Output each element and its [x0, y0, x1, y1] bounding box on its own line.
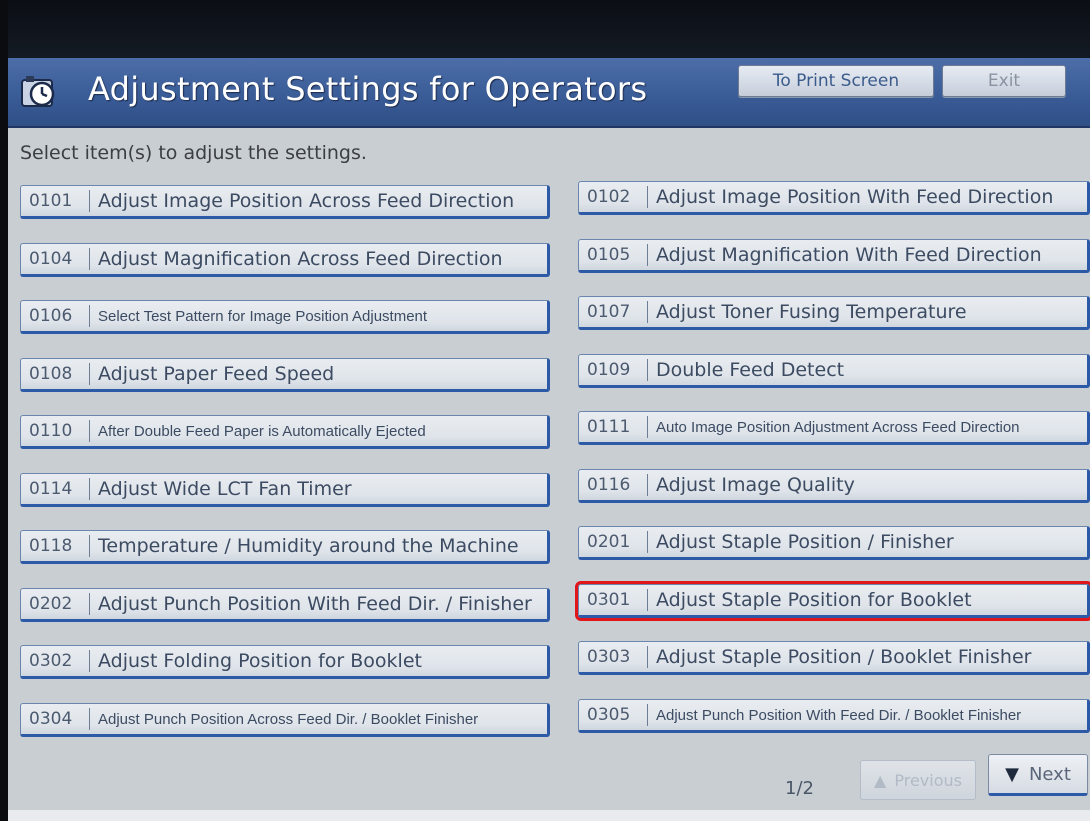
setting-item-0116[interactable]: 0116 Adjust Image Quality — [578, 469, 1090, 503]
separator — [89, 190, 90, 212]
separator — [647, 474, 648, 496]
setting-code: 0105 — [587, 245, 631, 265]
separator — [647, 589, 648, 611]
separator — [89, 305, 90, 327]
setting-label: Adjust Staple Position / Booklet Finishe… — [656, 646, 1032, 668]
setting-label: Adjust Punch Position Across Feed Dir. /… — [98, 710, 479, 728]
exit-button[interactable]: Exit — [942, 65, 1066, 97]
separator — [89, 248, 90, 270]
setting-code: 0202 — [29, 594, 73, 614]
setting-code: 0303 — [587, 647, 631, 667]
setting-item-0101[interactable]: 0101 Adjust Image Position Across Feed Di… — [20, 185, 550, 219]
setting-code: 0107 — [587, 302, 631, 322]
separator — [89, 535, 90, 557]
setting-code: 0116 — [587, 475, 631, 495]
setting-item-0105[interactable]: 0105 Adjust Magnification With Feed Direc… — [578, 239, 1090, 273]
setting-label: Adjust Wide LCT Fan Timer — [98, 478, 352, 500]
setting-item-0106[interactable]: 0106 Select Test Pattern for Image Positi… — [20, 300, 550, 334]
setting-label: Auto Image Position Adjustment Across Fe… — [656, 418, 1020, 436]
setting-item-0304[interactable]: 0304 Adjust Punch Position Across Feed Di… — [20, 703, 550, 737]
separator — [647, 704, 648, 726]
setting-item-0104[interactable]: 0104 Adjust Magnification Across Feed Dir… — [20, 243, 550, 277]
setting-item-0102[interactable]: 0102 Adjust Image Position With Feed Dire… — [578, 181, 1090, 215]
setting-label: After Double Feed Paper is Automatically… — [98, 422, 426, 440]
setting-label: Adjust Punch Position With Feed Dir. / F… — [98, 593, 532, 615]
setting-item-0202[interactable]: 0202 Adjust Punch Position With Feed Dir.… — [20, 588, 550, 622]
next-button[interactable]: ▼ Next — [988, 754, 1088, 796]
setting-code: 0304 — [29, 709, 73, 729]
setting-label: Temperature / Humidity around the Machin… — [98, 535, 519, 557]
setting-item-0108[interactable]: 0108 Adjust Paper Feed Speed — [20, 358, 550, 392]
separator — [89, 363, 90, 385]
setting-item-0301[interactable]: 0301 Adjust Staple Position for Booklet — [575, 581, 1090, 621]
separator — [89, 593, 90, 615]
setting-label: Double Feed Detect — [656, 359, 845, 381]
triangle-down-icon: ▼ — [1005, 763, 1019, 785]
setting-code: 0111 — [587, 417, 631, 437]
setting-item-0110[interactable]: 0110 After Double Feed Paper is Automatic… — [20, 415, 550, 449]
separator — [89, 650, 90, 672]
previous-label: Previous — [894, 770, 962, 790]
setting-code: 0108 — [29, 364, 73, 384]
setting-code: 0302 — [29, 651, 73, 671]
setting-code: 0301 — [587, 590, 631, 610]
separator — [89, 478, 90, 500]
separator — [647, 301, 648, 323]
setting-code: 0110 — [29, 421, 73, 441]
previous-button[interactable]: ▲ Previous — [860, 760, 976, 800]
setting-code: 0114 — [29, 479, 73, 499]
triangle-up-icon: ▲ — [874, 770, 887, 790]
separator — [647, 416, 648, 438]
setting-code: 0305 — [587, 705, 631, 725]
setting-item-0118[interactable]: 0118 Temperature / Humidity around the Ma… — [20, 530, 550, 564]
settings-clock-icon — [20, 74, 60, 110]
setting-code: 0118 — [29, 536, 73, 556]
page-indicator: 1/2 — [785, 778, 814, 799]
setting-item-0111[interactable]: 0111 Auto Image Position Adjustment Acros… — [578, 411, 1090, 445]
separator — [647, 646, 648, 668]
to-print-screen-button[interactable]: To Print Screen — [738, 65, 934, 97]
setting-label: Select Test Pattern for Image Position A… — [98, 307, 428, 325]
setting-label: Adjust Folding Position for Booklet — [98, 650, 422, 672]
setting-item-0303[interactable]: 0303 Adjust Staple Position / Booklet Fin… — [578, 641, 1090, 675]
separator — [647, 531, 648, 553]
setting-code: 0106 — [29, 306, 73, 326]
setting-label: Adjust Image Position With Feed Directio… — [656, 186, 1054, 208]
setting-code: 0104 — [29, 249, 73, 269]
setting-label: Adjust Image Quality — [656, 474, 855, 496]
separator — [647, 186, 648, 208]
page-title: Adjustment Settings for Operators — [88, 70, 648, 108]
setting-code: 0201 — [587, 532, 631, 552]
instruction-text: Select item(s) to adjust the settings. — [20, 142, 367, 164]
setting-code: 0101 — [29, 191, 73, 211]
setting-label: Adjust Staple Position for Booklet — [656, 589, 972, 611]
setting-item-0302[interactable]: 0302 Adjust Folding Position for Booklet — [20, 645, 550, 679]
top-bezel — [8, 0, 1090, 58]
setting-item-0305[interactable]: 0305 Adjust Punch Position With Feed Dir.… — [578, 699, 1090, 733]
setting-item-0114[interactable]: 0114 Adjust Wide LCT Fan Timer — [20, 473, 550, 507]
setting-label: Adjust Image Position Across Feed Direct… — [98, 190, 515, 212]
next-label: Next — [1028, 763, 1071, 785]
setting-code: 0102 — [587, 187, 631, 207]
setting-label: Adjust Paper Feed Speed — [98, 363, 335, 385]
setting-label: Adjust Magnification With Feed Direction — [656, 244, 1042, 266]
separator — [647, 359, 648, 381]
setting-label: Adjust Punch Position With Feed Dir. / B… — [656, 706, 1022, 724]
setting-code: 0109 — [587, 360, 631, 380]
bottom-bezel — [8, 810, 1090, 821]
separator — [647, 244, 648, 266]
header-bar: Adjustment Settings for Operators To Pri… — [8, 58, 1090, 128]
setting-item-0201[interactable]: 0201 Adjust Staple Position / Finisher — [578, 526, 1090, 560]
setting-item-0109[interactable]: 0109 Double Feed Detect — [578, 354, 1090, 388]
separator — [89, 708, 90, 730]
setting-item-0107[interactable]: 0107 Adjust Toner Fusing Temperature — [578, 296, 1090, 330]
setting-label: Adjust Magnification Across Feed Directi… — [98, 248, 503, 270]
separator — [89, 420, 90, 442]
setting-label: Adjust Staple Position / Finisher — [656, 531, 954, 553]
device-screen: Adjustment Settings for Operators To Pri… — [8, 0, 1090, 821]
setting-label: Adjust Toner Fusing Temperature — [656, 301, 967, 323]
